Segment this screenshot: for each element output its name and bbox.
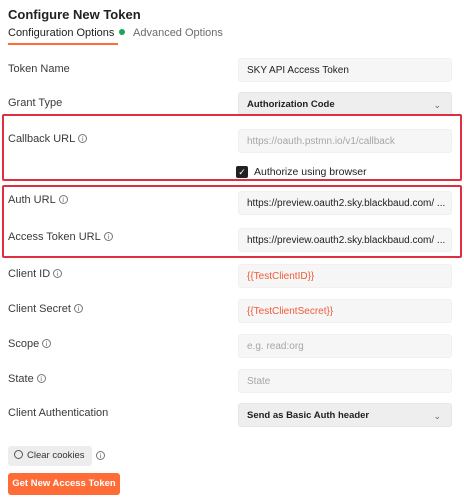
token-name-label-text: Token Name: [8, 63, 70, 75]
clear-cookies-button[interactable]: Clear cookies: [8, 446, 92, 466]
client-auth-label: Client Authentication: [8, 407, 108, 419]
info-icon[interactable]: i: [73, 304, 83, 313]
client-id-input[interactable]: {{TestClientID}}: [238, 264, 452, 288]
cookie-icon: [14, 450, 23, 459]
scope-label: Scope i: [8, 338, 52, 350]
grant-type-label: Grant Type: [8, 97, 62, 109]
client-secret-label: Client Secret i: [8, 303, 83, 315]
clear-cookies-label: Clear cookies: [27, 450, 85, 461]
grant-type-select[interactable]: Authorization Code ⌄: [238, 92, 452, 116]
client-id-label-text: Client ID: [8, 268, 51, 280]
tab-configuration-options-label: Configuration Options: [8, 27, 115, 39]
state-label: State i: [8, 373, 46, 385]
client-id-label: Client ID i: [8, 268, 63, 280]
tab-configuration-options[interactable]: Configuration Options: [8, 27, 126, 39]
page-title: Configure New Token: [8, 7, 141, 22]
info-icon[interactable]: i: [36, 374, 46, 383]
status-dot-icon: [119, 29, 126, 35]
highlight-box-callback: [2, 114, 462, 181]
scope-input[interactable]: e.g. read:org: [238, 334, 452, 358]
client-auth-select[interactable]: Send as Basic Auth header ⌄: [238, 403, 452, 427]
tab-advanced-options[interactable]: Advanced Options: [133, 27, 223, 39]
scope-label-text: Scope: [8, 338, 40, 350]
active-tab-indicator: [8, 43, 118, 45]
state-input[interactable]: State: [238, 369, 452, 393]
grant-type-value: Authorization Code: [247, 99, 335, 110]
state-label-text: State: [8, 373, 34, 385]
chevron-down-icon: ⌄: [433, 411, 441, 421]
client-auth-label-text: Client Authentication: [8, 407, 109, 419]
client-auth-value: Send as Basic Auth header: [247, 410, 370, 421]
highlight-box-urls: [2, 185, 462, 258]
get-new-access-token-button[interactable]: Get New Access Token: [8, 473, 120, 495]
token-name-input[interactable]: SKY API Access Token: [238, 58, 452, 82]
token-name-label: Token Name: [8, 63, 70, 75]
grant-type-label-text: Grant Type: [8, 97, 63, 109]
client-secret-label-text: Client Secret: [8, 303, 71, 315]
chevron-down-icon: ⌄: [433, 100, 441, 110]
info-icon[interactable]: i: [42, 339, 52, 348]
client-secret-input[interactable]: {{TestClientSecret}}: [238, 299, 452, 323]
info-icon[interactable]: i: [53, 269, 63, 278]
info-icon[interactable]: i: [96, 451, 105, 460]
